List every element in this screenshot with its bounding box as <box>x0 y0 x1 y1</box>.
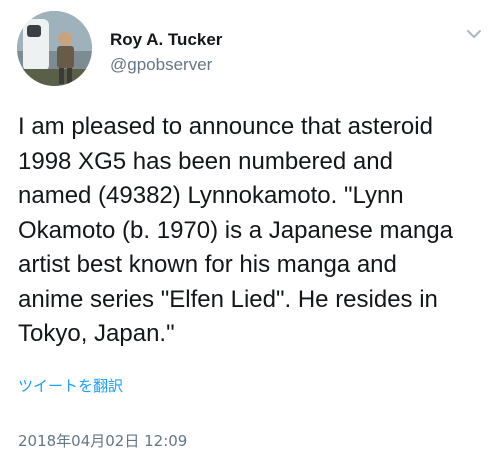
avatar[interactable] <box>17 11 92 86</box>
tweet-text: I am pleased to announce that asteroid 1… <box>18 113 453 347</box>
tweet-timestamp: 2018年04月02日 12:09 <box>18 432 188 450</box>
tweet-menu-button[interactable] <box>462 24 486 44</box>
translate-tweet-link[interactable]: ツイートを翻訳 <box>18 375 123 396</box>
chevron-down-icon <box>467 30 481 38</box>
author-handle[interactable]: @gpobserver <box>110 55 212 75</box>
author-display-name[interactable]: Roy A. Tucker <box>110 30 222 50</box>
observer-with-telescope-avatar-icon <box>17 11 92 86</box>
